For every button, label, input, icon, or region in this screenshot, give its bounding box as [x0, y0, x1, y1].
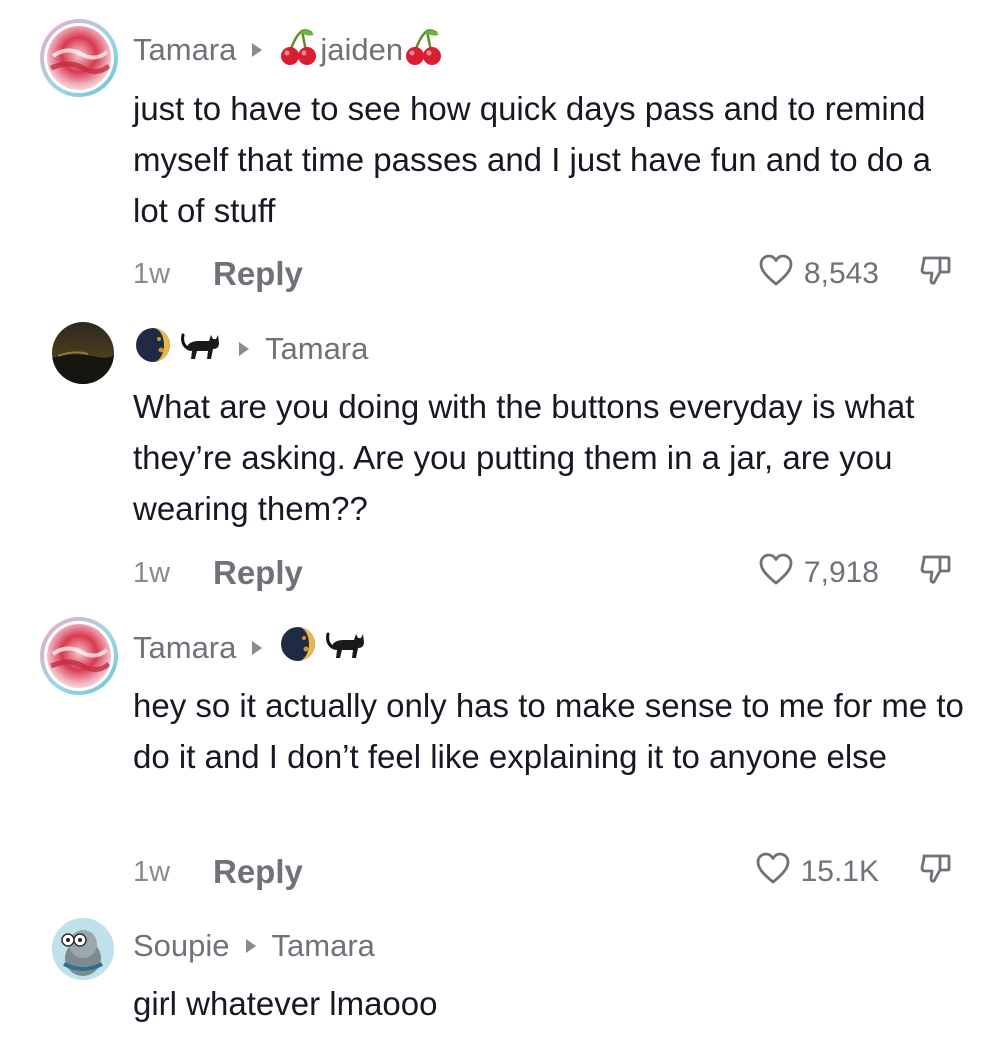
comment-header: Soupie Tamara — [133, 924, 375, 968]
avatar[interactable] — [47, 26, 111, 90]
avatar-story-ring[interactable] — [40, 19, 118, 97]
comment-text: just to have to see how quick days pass … — [133, 90, 931, 229]
cherry-icon — [403, 25, 445, 75]
reply-button[interactable]: Reply — [213, 853, 303, 891]
timestamp: 1w — [133, 257, 171, 290]
heart-outline-icon[interactable] — [758, 253, 794, 295]
reply-button[interactable]: Reply — [213, 255, 303, 293]
like-count: 15.1K — [800, 855, 879, 888]
reply-arrow-icon — [252, 641, 263, 655]
timestamp: 1w — [133, 556, 171, 589]
like-group: 15.1K — [755, 852, 953, 892]
like-count: 7,918 — [803, 556, 879, 589]
like-group: 8,543 — [758, 254, 953, 294]
reply-arrow-icon — [245, 939, 256, 953]
comment-text: hey so it actually only has to make sens… — [133, 687, 964, 775]
like-count: 8,543 — [803, 257, 879, 290]
reply-to-name[interactable]: Tamara — [272, 928, 375, 964]
comment-header: Tamara jaiden — [133, 28, 445, 72]
black-cat-icon — [324, 624, 368, 672]
reply-to-name[interactable]: jaiden — [320, 32, 403, 68]
heart-outline-icon[interactable] — [755, 851, 791, 893]
comment-meta: 1w Reply 8,543 — [133, 254, 953, 294]
comment-meta: 1w Reply 15.1K — [133, 852, 953, 892]
cherry-icon — [278, 25, 320, 75]
reply-to-name[interactable]: Tamara — [265, 331, 368, 367]
avatar-story-ring[interactable] — [40, 617, 118, 695]
author-name[interactable]: Soupie — [133, 928, 230, 964]
comment-meta: 1w Reply 7,918 — [133, 553, 953, 593]
moon-icon — [133, 325, 173, 373]
thumbs-down-icon[interactable] — [919, 253, 953, 295]
comment-header: Tamara — [133, 327, 368, 371]
like-group: 7,918 — [758, 553, 953, 593]
moon-icon — [278, 624, 318, 672]
thumbs-down-icon[interactable] — [919, 552, 953, 594]
black-cat-icon — [179, 325, 223, 373]
author-name[interactable]: Tamara — [133, 32, 236, 68]
avatar[interactable] — [52, 918, 114, 980]
reply-arrow-icon — [252, 43, 263, 57]
avatar[interactable] — [47, 624, 111, 688]
comment-header: Tamara — [133, 626, 368, 670]
heart-outline-icon[interactable] — [758, 552, 794, 594]
avatar[interactable] — [52, 322, 114, 384]
author-name[interactable]: Tamara — [133, 630, 236, 666]
thumbs-down-icon[interactable] — [919, 851, 953, 893]
reply-button[interactable]: Reply — [213, 554, 303, 592]
comment-text: girl whatever lmaooo — [133, 985, 438, 1022]
timestamp: 1w — [133, 855, 171, 888]
comment-text: What are you doing with the buttons ever… — [133, 388, 915, 527]
reply-arrow-icon — [239, 342, 249, 356]
